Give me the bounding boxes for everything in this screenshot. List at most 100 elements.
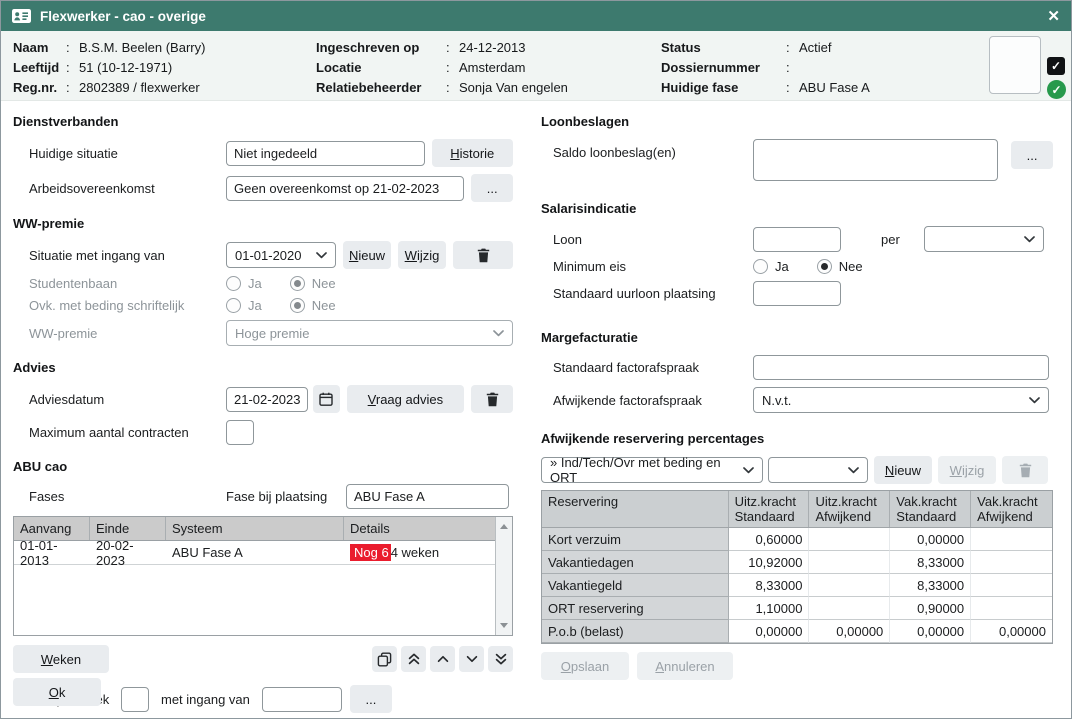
- ww-wijzig-button[interactable]: Wijzig: [398, 241, 446, 269]
- cao-periodiek-more-button[interactable]: ...: [350, 685, 392, 713]
- saldo-loonbeslag-label: Saldo loonbeslag(en): [541, 139, 753, 160]
- section-heading: Loonbeslagen: [541, 114, 1053, 129]
- ok-button[interactable]: Ok: [13, 678, 101, 706]
- ww-nieuw-button[interactable]: Nieuw: [343, 241, 391, 269]
- adviesdatum-input[interactable]: [226, 387, 308, 412]
- loon-label: Loon: [541, 232, 753, 247]
- saldo-loonbeslag-box[interactable]: [753, 139, 998, 181]
- reservering-delete-button[interactable]: [1002, 456, 1048, 484]
- opslaan-button[interactable]: Opslaan: [541, 652, 629, 680]
- trash-icon: [1019, 463, 1032, 478]
- weken-button[interactable]: Weken: [13, 645, 109, 673]
- fases-label: Fases: [13, 489, 226, 504]
- section-heading: Advies: [13, 360, 513, 375]
- scroll-down-icon[interactable]: [500, 623, 508, 628]
- scroll-up-icon[interactable]: [500, 524, 508, 529]
- table-row[interactable]: P.o.b (belast) 0,00000 0,00000 0,00000 0…: [542, 620, 1052, 643]
- left-column: Dienstverbanden Huidige situatie Histori…: [13, 114, 513, 719]
- fases-table-row[interactable]: 01-01-2013 20-02-2023 ABU Fase A Nog 64 …: [14, 541, 512, 565]
- situatie-ingang-select[interactable]: 01-01-2020: [226, 242, 336, 268]
- maximum-contracten-input[interactable]: [226, 420, 254, 445]
- studentenbaan-ja-radio[interactable]: [226, 276, 241, 291]
- move-last-button[interactable]: [488, 646, 513, 672]
- black-checkbox-checked[interactable]: ✓: [1047, 57, 1065, 75]
- table-row[interactable]: ORT reservering 1,10000 0,90000: [542, 597, 1052, 620]
- minimum-eis-nee-radio[interactable]: [817, 259, 832, 274]
- move-up-button[interactable]: [430, 646, 455, 672]
- fases-table-header: Aanvang Einde Systeem Details: [14, 517, 512, 541]
- section-salarisindicatie: Salarisindicatie Loon per Minimum eis Ja…: [541, 201, 1053, 306]
- reservering-date-select[interactable]: [768, 457, 868, 483]
- col-uitzkracht-afwijkend[interactable]: Uitz.krachtAfwijkend: [809, 491, 890, 527]
- per-select[interactable]: [924, 226, 1044, 252]
- cao-periodiek-datum-input[interactable]: [262, 687, 342, 712]
- section-heading: Dienstverbanden: [13, 114, 513, 129]
- minimum-eis-ja-radio[interactable]: [753, 259, 768, 274]
- fases-table-scrollbar[interactable]: [495, 517, 512, 635]
- col-systeem[interactable]: Systeem: [166, 517, 344, 540]
- standaard-factorafspraak-input[interactable]: [753, 355, 1049, 380]
- historie-button[interactable]: Historie: [432, 139, 514, 167]
- info-regnr: Reg.nr.:2802389 / flexwerker: [13, 78, 205, 97]
- reservering-wijzig-button[interactable]: Wijzig: [938, 456, 996, 484]
- photo-placeholder[interactable]: [989, 36, 1041, 94]
- double-chevron-down-icon: [495, 653, 507, 665]
- per-label: per: [881, 232, 900, 247]
- close-icon[interactable]: ✕: [1047, 9, 1060, 24]
- chevron-down-icon: [1024, 236, 1035, 243]
- section-advies: Advies Adviesdatum Vraag advies Maximum …: [13, 360, 513, 445]
- fase-bij-plaatsing-input[interactable]: [346, 484, 509, 509]
- ww-delete-button[interactable]: [453, 241, 513, 269]
- table-row[interactable]: Kort verzuim 0,60000 0,00000: [542, 528, 1052, 551]
- table-row[interactable]: Vakantiegeld 8,33000 8,33000: [542, 574, 1052, 597]
- advies-delete-button[interactable]: [471, 385, 513, 413]
- info-huidige-fase-value: ABU Fase A: [799, 78, 870, 97]
- double-chevron-up-icon: [408, 653, 420, 665]
- col-details[interactable]: Details: [344, 517, 496, 540]
- adviesdatum-label: Adviesdatum: [13, 392, 226, 407]
- section-loonbeslagen: Loonbeslagen Saldo loonbeslag(en) ...: [541, 114, 1053, 181]
- arbeidsovereenkomst-input[interactable]: [226, 176, 464, 201]
- details-cell: Nog 64 weken: [344, 541, 496, 564]
- reservering-scheme-select[interactable]: » Ind/Tech/Ovr met beding en ORT: [541, 457, 763, 483]
- arbeidsovereenkomst-more-button[interactable]: ...: [471, 174, 513, 202]
- ovk-ja-radio[interactable]: [226, 298, 241, 313]
- section-heading: ABU cao: [13, 459, 513, 474]
- dialog-body: Dienstverbanden Huidige situatie Histori…: [1, 101, 1071, 719]
- col-reservering[interactable]: Reservering: [542, 491, 729, 527]
- person-info-bar: Naam:B.S.M. Beelen (Barry) Leeftijd:51 (…: [1, 31, 1071, 101]
- cao-periodiek-input[interactable]: [121, 687, 149, 712]
- ovk-nee-radio[interactable]: [290, 298, 305, 313]
- ww-premie-select[interactable]: Hoge premie: [226, 320, 513, 346]
- afwijkende-factorafspraak-select[interactable]: N.v.t.: [753, 387, 1049, 413]
- studentenbaan-nee-radio[interactable]: [290, 276, 305, 291]
- chevron-down-icon: [743, 467, 754, 474]
- standaard-uurloon-input[interactable]: [753, 281, 841, 306]
- saldo-more-button[interactable]: ...: [1011, 141, 1053, 169]
- fases-nav-icons: [372, 646, 513, 672]
- huidige-situatie-label: Huidige situatie: [13, 146, 226, 161]
- info-ingeschreven-value: 24-12-2013: [459, 38, 526, 57]
- calendar-button[interactable]: [313, 385, 340, 413]
- move-down-button[interactable]: [459, 646, 484, 672]
- met-ingang-van-label: met ingang van: [161, 692, 250, 707]
- section-heading: WW-premie: [13, 216, 513, 231]
- copy-button[interactable]: [372, 646, 397, 672]
- info-naam: Naam:B.S.M. Beelen (Barry): [13, 38, 205, 57]
- table-row[interactable]: Vakantiedagen 10,92000 8,33000: [542, 551, 1052, 574]
- reservering-nieuw-button[interactable]: Nieuw: [874, 456, 932, 484]
- col-uitzkracht-standaard[interactable]: Uitz.krachtStandaard: [729, 491, 810, 527]
- col-vakkracht-standaard[interactable]: Vak.krachtStandaard: [890, 491, 971, 527]
- situatie-ingang-label: Situatie met ingang van: [13, 248, 226, 263]
- info-ingeschreven: Ingeschreven op:24-12-2013: [316, 38, 568, 57]
- info-huidige-fase: Huidige fase:ABU Fase A: [661, 78, 870, 97]
- col-vakkracht-afwijkend[interactable]: Vak.krachtAfwijkend: [971, 491, 1052, 527]
- loon-input[interactable]: [753, 227, 841, 252]
- move-first-button[interactable]: [401, 646, 426, 672]
- annuleren-button[interactable]: Annuleren: [637, 652, 733, 680]
- vraag-advies-button[interactable]: Vraag advies: [347, 385, 464, 413]
- fase-bij-plaatsing-label: Fase bij plaatsing: [226, 489, 346, 504]
- huidige-situatie-input[interactable]: [226, 141, 425, 166]
- trash-icon: [486, 392, 499, 407]
- chevron-up-icon: [437, 655, 449, 663]
